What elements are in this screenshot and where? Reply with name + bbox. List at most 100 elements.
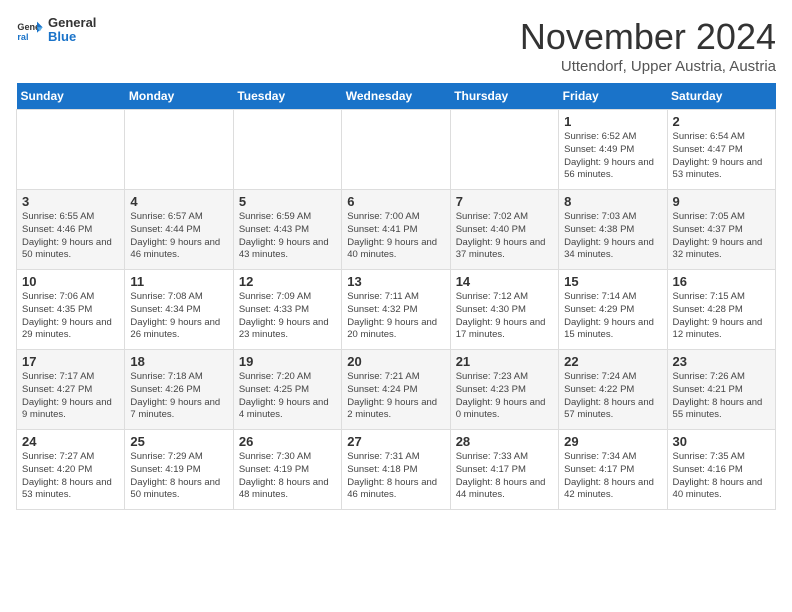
calendar-week-1: 1Sunrise: 6:52 AMSunset: 4:49 PMDaylight…	[17, 110, 776, 190]
calendar-cell: 22 Sunrise: 7:24 AMSunset: 4:22 PMDayligh…	[559, 350, 667, 430]
day-detail: Sunrise: 7:03 AMSunset: 4:38 PMDaylight:…	[564, 211, 661, 262]
day-detail: Sunrise: 7:12 AMSunset: 4:30 PMDaylight:…	[456, 291, 553, 342]
day-detail: Sunrise: 7:26 AMSunset: 4:21 PMDaylight:…	[673, 371, 770, 422]
svg-text:ral: ral	[17, 32, 28, 42]
day-number: 5	[239, 194, 336, 209]
day-detail: Sunrise: 6:52 AMSunset: 4:49 PMDaylight:…	[564, 131, 661, 182]
title-area: November 2024 Uttendorf, Upper Austria, …	[520, 16, 776, 75]
calendar-cell: 20 Sunrise: 7:21 AMSunset: 4:24 PMDayligh…	[342, 350, 450, 430]
logo-icon: Gene ral	[16, 16, 44, 44]
day-detail: Sunrise: 7:05 AMSunset: 4:37 PMDaylight:…	[673, 211, 770, 262]
calendar-week-2: 3 Sunrise: 6:55 AMSunset: 4:46 PMDaylight…	[17, 190, 776, 270]
day-detail: Sunrise: 6:55 AMSunset: 4:46 PMDaylight:…	[22, 211, 119, 262]
month-title: November 2024	[520, 16, 776, 58]
day-number: 9	[673, 194, 770, 209]
calendar-cell: 12 Sunrise: 7:09 AMSunset: 4:33 PMDayligh…	[233, 270, 341, 350]
calendar-cell: 16 Sunrise: 7:15 AMSunset: 4:28 PMDayligh…	[667, 270, 775, 350]
day-detail: Sunrise: 7:33 AMSunset: 4:17 PMDaylight:…	[456, 451, 553, 502]
day-header-saturday: Saturday	[667, 83, 775, 110]
day-number: 30	[673, 434, 770, 449]
calendar-cell: 11Sunrise: 7:08 AMSunset: 4:34 PMDayligh…	[125, 270, 233, 350]
day-detail: Sunrise: 7:27 AMSunset: 4:20 PMDaylight:…	[22, 451, 119, 502]
day-number: 15	[564, 274, 661, 289]
day-number: 24	[22, 434, 119, 449]
calendar-cell: 26 Sunrise: 7:30 AMSunset: 4:19 PMDayligh…	[233, 430, 341, 510]
calendar-cell: 25 Sunrise: 7:29 AMSunset: 4:19 PMDayligh…	[125, 430, 233, 510]
day-detail: Sunrise: 7:23 AMSunset: 4:23 PMDaylight:…	[456, 371, 553, 422]
calendar-cell: 28 Sunrise: 7:33 AMSunset: 4:17 PMDayligh…	[450, 430, 558, 510]
day-number: 28	[456, 434, 553, 449]
calendar-cell: 2Sunrise: 6:54 AMSunset: 4:47 PMDaylight…	[667, 110, 775, 190]
calendar-cell: 13Sunrise: 7:11 AMSunset: 4:32 PMDayligh…	[342, 270, 450, 350]
day-detail: Sunrise: 7:18 AMSunset: 4:26 PMDaylight:…	[130, 371, 227, 422]
calendar-cell	[17, 110, 125, 190]
logo-line2: Blue	[48, 30, 96, 44]
day-detail: Sunrise: 7:00 AMSunset: 4:41 PMDaylight:…	[347, 211, 444, 262]
day-number: 22	[564, 354, 661, 369]
calendar-week-4: 17Sunrise: 7:17 AMSunset: 4:27 PMDayligh…	[17, 350, 776, 430]
logo: Gene ral General Blue	[16, 16, 96, 45]
calendar-cell: 17Sunrise: 7:17 AMSunset: 4:27 PMDayligh…	[17, 350, 125, 430]
calendar-cell: 10 Sunrise: 7:06 AMSunset: 4:35 PMDayligh…	[17, 270, 125, 350]
day-number: 16	[673, 274, 770, 289]
day-number: 12	[239, 274, 336, 289]
day-number: 13	[347, 274, 444, 289]
day-header-tuesday: Tuesday	[233, 83, 341, 110]
day-number: 21	[456, 354, 553, 369]
calendar-cell: 29 Sunrise: 7:34 AMSunset: 4:17 PMDayligh…	[559, 430, 667, 510]
logo-line1: General	[48, 16, 96, 30]
calendar-cell: 4 Sunrise: 6:57 AMSunset: 4:44 PMDaylight…	[125, 190, 233, 270]
day-number: 27	[347, 434, 444, 449]
calendar-cell: 3 Sunrise: 6:55 AMSunset: 4:46 PMDaylight…	[17, 190, 125, 270]
day-detail: Sunrise: 7:06 AMSunset: 4:35 PMDaylight:…	[22, 291, 119, 342]
calendar-cell: 24 Sunrise: 7:27 AMSunset: 4:20 PMDayligh…	[17, 430, 125, 510]
calendar-cell: 9 Sunrise: 7:05 AMSunset: 4:37 PMDaylight…	[667, 190, 775, 270]
svg-text:Gene: Gene	[17, 22, 40, 32]
calendar-cell	[450, 110, 558, 190]
day-header-friday: Friday	[559, 83, 667, 110]
calendar-cell: 19Sunrise: 7:20 AMSunset: 4:25 PMDayligh…	[233, 350, 341, 430]
calendar-cell	[125, 110, 233, 190]
day-number: 25	[130, 434, 227, 449]
day-header-sunday: Sunday	[17, 83, 125, 110]
calendar-header: SundayMondayTuesdayWednesdayThursdayFrid…	[17, 83, 776, 110]
calendar-cell: 30 Sunrise: 7:35 AMSunset: 4:16 PMDayligh…	[667, 430, 775, 510]
day-detail: Sunrise: 7:24 AMSunset: 4:22 PMDaylight:…	[564, 371, 661, 422]
calendar-table: SundayMondayTuesdayWednesdayThursdayFrid…	[16, 83, 776, 510]
day-detail: Sunrise: 7:29 AMSunset: 4:19 PMDaylight:…	[130, 451, 227, 502]
day-header-wednesday: Wednesday	[342, 83, 450, 110]
location: Uttendorf, Upper Austria, Austria	[520, 58, 776, 75]
day-number: 29	[564, 434, 661, 449]
day-detail: Sunrise: 6:59 AMSunset: 4:43 PMDaylight:…	[239, 211, 336, 262]
day-detail: Sunrise: 7:35 AMSunset: 4:16 PMDaylight:…	[673, 451, 770, 502]
calendar-body: 1Sunrise: 6:52 AMSunset: 4:49 PMDaylight…	[17, 110, 776, 510]
day-detail: Sunrise: 7:20 AMSunset: 4:25 PMDaylight:…	[239, 371, 336, 422]
day-number: 2	[673, 114, 770, 129]
day-detail: Sunrise: 7:30 AMSunset: 4:19 PMDaylight:…	[239, 451, 336, 502]
day-header-thursday: Thursday	[450, 83, 558, 110]
calendar-cell: 18 Sunrise: 7:18 AMSunset: 4:26 PMDayligh…	[125, 350, 233, 430]
day-detail: Sunrise: 7:21 AMSunset: 4:24 PMDaylight:…	[347, 371, 444, 422]
day-detail: Sunrise: 7:02 AMSunset: 4:40 PMDaylight:…	[456, 211, 553, 262]
day-number: 20	[347, 354, 444, 369]
day-number: 7	[456, 194, 553, 209]
day-number: 3	[22, 194, 119, 209]
day-detail: Sunrise: 7:15 AMSunset: 4:28 PMDaylight:…	[673, 291, 770, 342]
day-number: 4	[130, 194, 227, 209]
day-number: 8	[564, 194, 661, 209]
day-number: 6	[347, 194, 444, 209]
calendar-week-3: 10 Sunrise: 7:06 AMSunset: 4:35 PMDayligh…	[17, 270, 776, 350]
day-number: 11	[130, 274, 227, 289]
day-detail: Sunrise: 6:57 AMSunset: 4:44 PMDaylight:…	[130, 211, 227, 262]
day-detail: Sunrise: 7:09 AMSunset: 4:33 PMDaylight:…	[239, 291, 336, 342]
day-number: 23	[673, 354, 770, 369]
day-number: 18	[130, 354, 227, 369]
calendar-cell: 6 Sunrise: 7:00 AMSunset: 4:41 PMDaylight…	[342, 190, 450, 270]
calendar-cell: 7 Sunrise: 7:02 AMSunset: 4:40 PMDaylight…	[450, 190, 558, 270]
calendar-week-5: 24 Sunrise: 7:27 AMSunset: 4:20 PMDayligh…	[17, 430, 776, 510]
day-number: 10	[22, 274, 119, 289]
day-detail: Sunrise: 7:34 AMSunset: 4:17 PMDaylight:…	[564, 451, 661, 502]
calendar-cell: 23 Sunrise: 7:26 AMSunset: 4:21 PMDayligh…	[667, 350, 775, 430]
day-number: 26	[239, 434, 336, 449]
day-detail: Sunrise: 7:31 AMSunset: 4:18 PMDaylight:…	[347, 451, 444, 502]
